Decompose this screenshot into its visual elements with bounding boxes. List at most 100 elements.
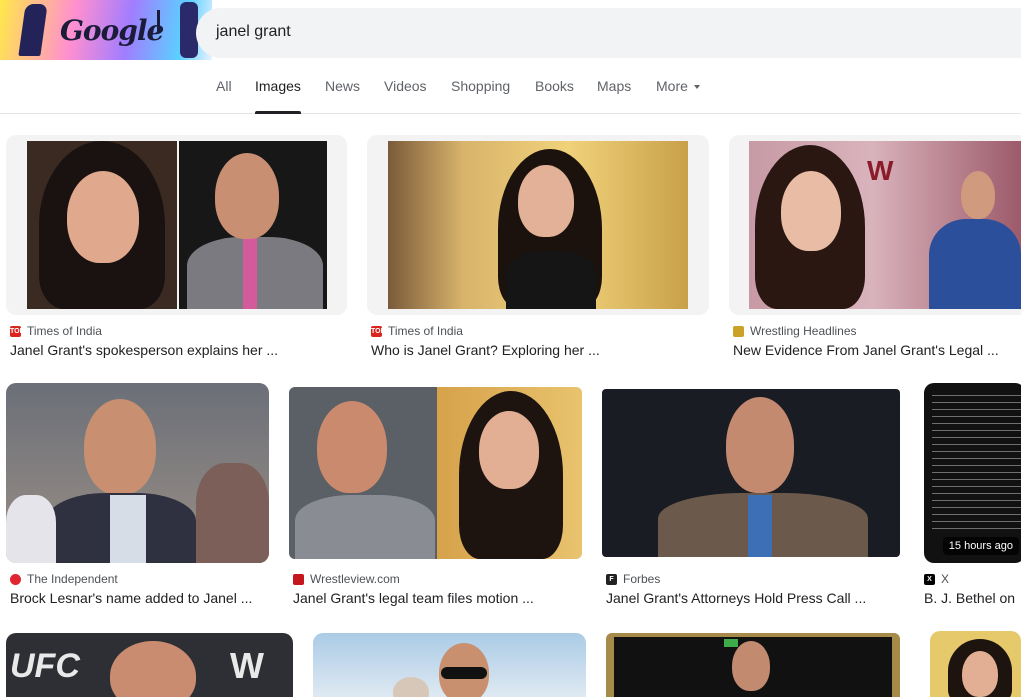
result-thumbnail[interactable]: UFC W bbox=[6, 633, 293, 697]
caret-down-icon bbox=[693, 85, 700, 90]
suit bbox=[295, 495, 435, 559]
source-name: The Independent bbox=[27, 572, 118, 586]
image-result[interactable]: W Wrestling Headlines New Evidence From … bbox=[729, 135, 1021, 360]
result-source[interactable]: The Independent bbox=[10, 572, 118, 586]
wh-icon bbox=[733, 325, 744, 337]
result-title[interactable]: Janel Grant's Attorneys Hold Press Call … bbox=[606, 590, 866, 606]
image-result[interactable]: 15 hours ago XX B. J. Bethel on bbox=[920, 383, 1021, 608]
image-result[interactable] bbox=[313, 633, 586, 697]
suit bbox=[929, 219, 1021, 309]
tab-more[interactable]: More bbox=[656, 78, 700, 114]
photo-woman bbox=[388, 141, 688, 309]
result-source[interactable]: XX bbox=[924, 572, 949, 586]
face bbox=[479, 411, 539, 489]
forbes-icon: F bbox=[606, 573, 617, 585]
toi-icon: TOI bbox=[10, 325, 22, 337]
timestamp-badge: 15 hours ago bbox=[942, 537, 1019, 555]
doodle-music-note bbox=[150, 10, 160, 32]
tab-more-label: More bbox=[656, 78, 688, 94]
source-name: X bbox=[941, 572, 950, 586]
x-icon: X bbox=[924, 573, 935, 585]
tab-videos[interactable]: Videos bbox=[384, 78, 427, 114]
result-title[interactable]: Who is Janel Grant? Exploring her ... bbox=[371, 342, 600, 358]
image-result[interactable]: F Forbes Janel Grant's Attorneys Hold Pre… bbox=[602, 389, 900, 608]
photo-composite: W bbox=[749, 141, 1021, 309]
tie bbox=[243, 237, 257, 309]
result-thumbnail[interactable] bbox=[289, 387, 582, 559]
result-source[interactable]: F Forbes bbox=[606, 572, 660, 586]
ufc-logo-icon: UFC bbox=[10, 647, 80, 685]
text-screenshot bbox=[932, 389, 1021, 529]
face bbox=[84, 399, 156, 495]
photo-frame bbox=[614, 637, 892, 697]
doodle-figure-left bbox=[18, 4, 48, 56]
tab-all[interactable]: All bbox=[216, 78, 232, 114]
face bbox=[393, 677, 429, 697]
face bbox=[781, 171, 841, 251]
tab-news[interactable]: News bbox=[325, 78, 360, 114]
face bbox=[961, 171, 995, 219]
toi-icon: TOI bbox=[371, 325, 383, 337]
wwe-logo-icon: W bbox=[867, 155, 894, 186]
source-name: Times of India bbox=[388, 324, 463, 338]
result-thumbnail[interactable] bbox=[6, 135, 347, 315]
google-logo-text: Google bbox=[60, 14, 164, 47]
image-result[interactable]: UFC W bbox=[6, 633, 293, 697]
result-thumbnail[interactable] bbox=[6, 383, 269, 563]
image-result[interactable] bbox=[606, 633, 900, 697]
image-result[interactable]: Wrestleview.com Janel Grant's legal team… bbox=[289, 387, 582, 608]
result-source[interactable]: TOI Times of India bbox=[371, 324, 463, 338]
image-result[interactable]: TOI Times of India Janel Grant's spokespe… bbox=[6, 135, 347, 360]
tab-maps[interactable]: Maps bbox=[597, 78, 631, 114]
tab-images[interactable]: Images bbox=[255, 78, 301, 114]
wwe-logo-icon: W bbox=[230, 645, 264, 686]
result-thumbnail[interactable] bbox=[602, 389, 900, 557]
image-result[interactable]: TOI Times of India Who is Janel Grant? Ex… bbox=[367, 135, 709, 360]
search-input[interactable]: janel grant bbox=[216, 23, 291, 41]
header: Google janel grant bbox=[0, 0, 1021, 60]
search-bar[interactable]: janel grant bbox=[196, 8, 1021, 58]
logo-icon bbox=[724, 639, 738, 647]
crowd bbox=[196, 463, 269, 563]
result-thumbnail[interactable] bbox=[313, 633, 586, 697]
face bbox=[726, 397, 794, 493]
result-thumbnail[interactable]: 15 hours ago bbox=[924, 383, 1021, 563]
result-thumbnail[interactable] bbox=[930, 631, 1021, 697]
result-source[interactable]: Wrestleview.com bbox=[293, 572, 400, 586]
google-doodle-logo[interactable]: Google bbox=[0, 0, 212, 60]
tab-shopping[interactable]: Shopping bbox=[451, 78, 510, 114]
sunglasses-icon bbox=[441, 667, 487, 679]
face bbox=[215, 153, 279, 239]
source-name: Wrestling Headlines bbox=[750, 324, 857, 338]
photo-woman bbox=[437, 387, 582, 559]
result-source[interactable]: Wrestling Headlines bbox=[733, 324, 857, 338]
tab-books[interactable]: Books bbox=[535, 78, 574, 114]
face bbox=[110, 641, 196, 697]
tie bbox=[748, 495, 772, 557]
result-thumbnail[interactable]: W bbox=[729, 135, 1021, 315]
source-name: Wrestleview.com bbox=[310, 572, 400, 586]
source-name: Forbes bbox=[623, 572, 661, 586]
result-title[interactable]: New Evidence From Janel Grant's Legal ..… bbox=[733, 342, 999, 358]
result-title[interactable]: B. J. Bethel on bbox=[924, 590, 1015, 606]
search-tabs: All Images News Videos Shopping Books Ma… bbox=[0, 62, 1021, 114]
face bbox=[67, 171, 139, 263]
face bbox=[317, 401, 387, 493]
photo-man bbox=[179, 141, 327, 309]
face bbox=[732, 641, 770, 691]
face bbox=[962, 651, 998, 697]
face bbox=[518, 165, 574, 237]
result-source[interactable]: TOI Times of India bbox=[10, 324, 102, 338]
dress bbox=[506, 251, 596, 309]
image-result[interactable]: The Independent Brock Lesnar's name adde… bbox=[6, 383, 269, 608]
image-result[interactable] bbox=[920, 631, 1021, 697]
shirt bbox=[110, 495, 146, 563]
result-thumbnail[interactable] bbox=[606, 633, 900, 697]
result-title[interactable]: Janel Grant's spokesperson explains her … bbox=[10, 342, 278, 358]
photo-man bbox=[289, 387, 437, 559]
independent-icon bbox=[10, 573, 21, 585]
wrestleview-icon bbox=[293, 573, 304, 585]
result-title[interactable]: Janel Grant's legal team files motion ..… bbox=[293, 590, 534, 606]
result-title[interactable]: Brock Lesnar's name added to Janel ... bbox=[10, 590, 252, 606]
result-thumbnail[interactable] bbox=[367, 135, 709, 315]
